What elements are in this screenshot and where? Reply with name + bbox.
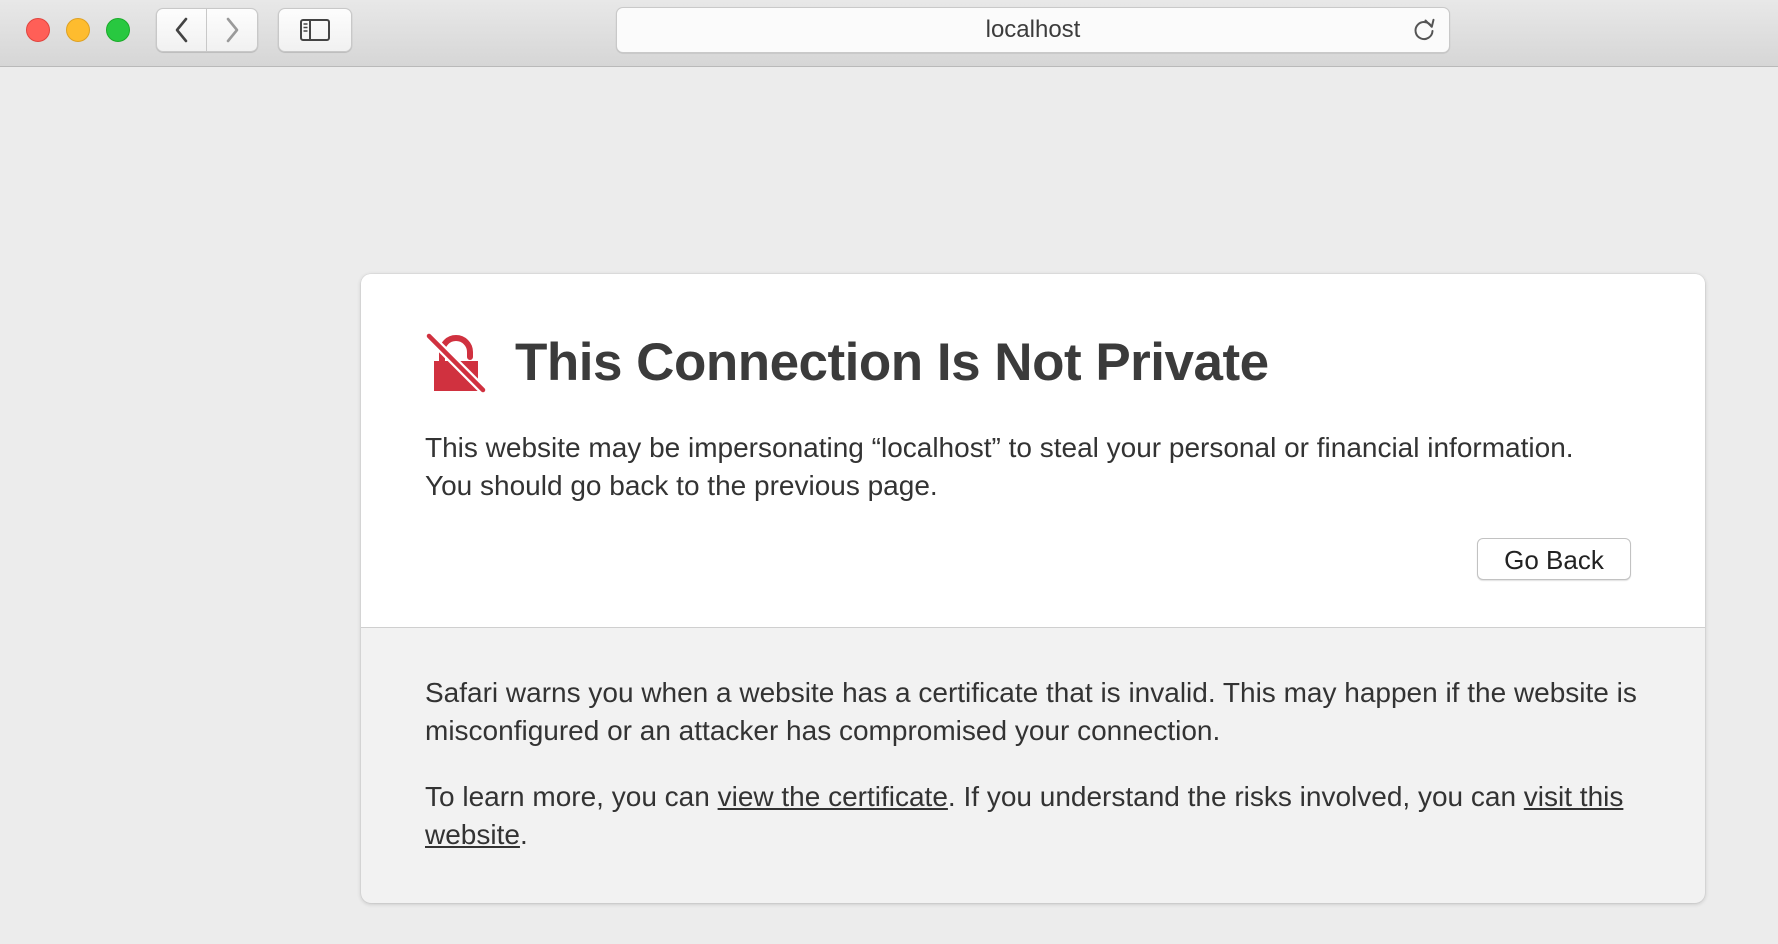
navigation-buttons xyxy=(156,8,258,52)
sidebar-button-group xyxy=(278,8,352,52)
forward-button[interactable] xyxy=(207,8,258,52)
view-certificate-link[interactable]: view the certificate xyxy=(718,781,948,812)
reload-icon[interactable] xyxy=(1411,17,1437,43)
warning-card-top: This Connection Is Not Private This webs… xyxy=(361,274,1705,628)
sidebar-icon xyxy=(300,19,330,41)
learn-more-middle: . If you understand the risks involved, … xyxy=(947,781,1524,812)
maximize-window-button[interactable] xyxy=(106,18,130,42)
learn-more-prefix: To learn more, you can xyxy=(425,781,718,812)
page-title: This Connection Is Not Private xyxy=(515,333,1269,392)
browser-window: localhost This Connection Is Not Private xyxy=(0,0,1778,944)
broken-lock-icon xyxy=(425,332,487,393)
title-row: This Connection Is Not Private xyxy=(425,332,1269,393)
learn-more-suffix: . xyxy=(519,819,528,850)
sidebar-toggle-button[interactable] xyxy=(278,8,352,52)
warning-description: This website may be impersonating “local… xyxy=(425,429,1655,505)
learn-more-text: To learn more, you can view the certific… xyxy=(425,778,1665,854)
page-content: This Connection Is Not Private This webs… xyxy=(0,67,1778,944)
close-window-button[interactable] xyxy=(26,18,50,42)
description-line-2: You should go back to the previous page. xyxy=(425,470,938,501)
minimize-window-button[interactable] xyxy=(66,18,90,42)
toolbar: localhost xyxy=(0,0,1778,67)
chevron-right-icon xyxy=(226,17,239,43)
warning-details: Safari warns you when a website has a ce… xyxy=(425,674,1665,882)
go-back-button[interactable]: Go Back xyxy=(1477,538,1631,580)
address-bar[interactable]: localhost xyxy=(616,7,1450,53)
chevron-left-icon xyxy=(175,17,187,43)
warning-card: This Connection Is Not Private This webs… xyxy=(361,274,1705,903)
certificate-warning-text: Safari warns you when a website has a ce… xyxy=(425,677,1637,746)
address-url: localhost xyxy=(985,16,1081,43)
back-button[interactable] xyxy=(156,8,207,52)
description-line-1: This website may be impersonating “local… xyxy=(425,432,1574,463)
